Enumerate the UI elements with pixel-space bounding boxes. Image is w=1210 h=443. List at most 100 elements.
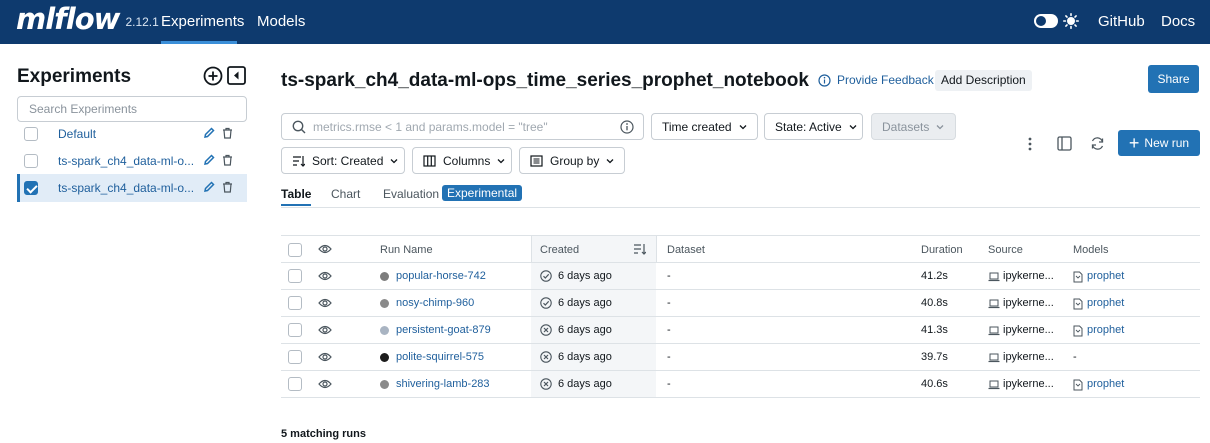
edit-icon[interactable] bbox=[203, 181, 215, 193]
nav-experiments[interactable]: Experiments bbox=[161, 13, 244, 30]
search-experiments-input[interactable] bbox=[17, 96, 247, 122]
eye-icon[interactable] bbox=[318, 378, 332, 390]
state-dropdown[interactable]: State: Active bbox=[764, 113, 863, 140]
experiment-checkbox[interactable] bbox=[24, 127, 38, 141]
source-value[interactable]: ipykerne... bbox=[1003, 324, 1054, 336]
sort-descending-icon[interactable] bbox=[633, 243, 646, 255]
sort-dropdown[interactable]: Sort: Created bbox=[281, 147, 405, 174]
sidebar-item-experiment-1[interactable]: ts-spark_ch4_data-ml-o... bbox=[17, 147, 247, 175]
row-checkbox[interactable] bbox=[288, 269, 302, 283]
tab-chart[interactable]: Chart bbox=[331, 187, 360, 201]
column-header-source[interactable]: Source bbox=[988, 244, 1023, 256]
column-header-duration[interactable]: Duration bbox=[921, 244, 963, 256]
column-header-created[interactable]: Created bbox=[540, 244, 579, 256]
sidebar-item-label: ts-spark_ch4_data-ml-o... bbox=[58, 154, 195, 168]
run-color-dot[interactable] bbox=[380, 326, 389, 335]
new-run-button[interactable]: + New run bbox=[1118, 130, 1200, 156]
provide-feedback-label: Provide Feedback bbox=[837, 73, 934, 87]
run-name-link[interactable]: popular-horse-742 bbox=[396, 270, 486, 282]
model-link[interactable]: prophet bbox=[1087, 297, 1124, 309]
select-all-checkbox[interactable] bbox=[288, 243, 302, 257]
run-color-dot[interactable] bbox=[380, 353, 389, 362]
add-experiment-icon[interactable] bbox=[203, 66, 223, 86]
plus-icon: + bbox=[1128, 133, 1140, 153]
run-name-link[interactable]: shivering-lamb-283 bbox=[396, 378, 490, 390]
info-icon[interactable] bbox=[620, 120, 634, 134]
run-name-link[interactable]: nosy-chimp-960 bbox=[396, 297, 474, 309]
created-value: 6 days ago bbox=[558, 324, 612, 336]
add-description-button[interactable]: Add Description bbox=[935, 70, 1032, 91]
table-row[interactable]: popular-horse-742 6 days ago - 41.2s ipykern… bbox=[281, 263, 1200, 290]
page-title: ts-spark_ch4_data-ml-ops_time_series_pro… bbox=[281, 70, 809, 91]
trash-icon[interactable] bbox=[222, 154, 233, 166]
runs-search-input[interactable]: metrics.rmse < 1 and params.model = "tre… bbox=[281, 113, 644, 140]
mlflow-logo[interactable]: mlflow 2.12.1 bbox=[16, 2, 159, 36]
eye-icon[interactable] bbox=[318, 243, 332, 255]
source-value[interactable]: ipykerne... bbox=[1003, 378, 1054, 390]
eye-icon[interactable] bbox=[318, 297, 332, 309]
nav-docs[interactable]: Docs bbox=[1161, 13, 1195, 30]
table-header: Run Name Created Dataset Duration Source… bbox=[281, 235, 1200, 263]
top-nav: mlflow 2.12.1 Experiments Models GitHub … bbox=[0, 0, 1210, 44]
trash-icon[interactable] bbox=[222, 181, 233, 193]
chevron-down-icon bbox=[739, 123, 747, 131]
row-checkbox[interactable] bbox=[288, 296, 302, 310]
eye-icon[interactable] bbox=[318, 324, 332, 336]
model-link[interactable]: prophet bbox=[1087, 270, 1124, 282]
run-color-dot[interactable] bbox=[380, 380, 389, 389]
run-color-dot[interactable] bbox=[380, 299, 389, 308]
group-by-dropdown[interactable]: Group by bbox=[519, 147, 625, 174]
table-row[interactable]: persistent-goat-879 6 days ago - 41.3s ipyke… bbox=[281, 317, 1200, 344]
column-header-models[interactable]: Models bbox=[1073, 244, 1108, 256]
sidebar-item-experiment-2[interactable]: ts-spark_ch4_data-ml-o... bbox=[17, 174, 247, 202]
trash-icon[interactable] bbox=[222, 127, 233, 139]
nav-github[interactable]: GitHub bbox=[1098, 13, 1145, 30]
eye-icon[interactable] bbox=[318, 351, 332, 363]
experiment-checkbox[interactable] bbox=[24, 154, 38, 168]
column-header-run-name[interactable]: Run Name bbox=[380, 244, 433, 256]
model-link[interactable]: prophet bbox=[1087, 324, 1124, 336]
table-row[interactable]: polite-squirrel-575 6 days ago - 39.7s ipyke… bbox=[281, 344, 1200, 371]
run-name-link[interactable]: polite-squirrel-575 bbox=[396, 351, 484, 363]
sidebar-item-default[interactable]: Default bbox=[17, 120, 247, 148]
source-value[interactable]: ipykerne... bbox=[1003, 270, 1054, 282]
table-row[interactable]: shivering-lamb-283 6 days ago - 40.6s ipyker… bbox=[281, 371, 1200, 398]
nav-models[interactable]: Models bbox=[257, 13, 305, 30]
search-icon bbox=[292, 120, 306, 134]
datasets-dropdown[interactable]: Datasets bbox=[871, 113, 956, 140]
run-color-dot[interactable] bbox=[380, 272, 389, 281]
columns-dropdown[interactable]: Columns bbox=[412, 147, 512, 174]
source-value[interactable]: ipykerne... bbox=[1003, 297, 1054, 309]
edit-icon[interactable] bbox=[203, 154, 215, 166]
datasets-label: Datasets bbox=[882, 119, 930, 134]
row-checkbox[interactable] bbox=[288, 350, 302, 364]
laptop-icon bbox=[988, 380, 1000, 390]
created-value: 6 days ago bbox=[558, 270, 612, 282]
table-row[interactable]: nosy-chimp-960 6 days ago - 40.8s ipykerne..… bbox=[281, 290, 1200, 317]
provide-feedback-link[interactable]: Provide Feedback bbox=[818, 73, 952, 87]
run-name-link[interactable]: persistent-goat-879 bbox=[396, 324, 491, 336]
tab-evaluation[interactable]: Evaluation bbox=[383, 187, 439, 201]
row-checkbox[interactable] bbox=[288, 377, 302, 391]
tab-table[interactable]: Table bbox=[281, 187, 311, 201]
refresh-icon[interactable] bbox=[1090, 136, 1105, 151]
kebab-menu-icon[interactable] bbox=[1024, 136, 1036, 152]
duration-value: 39.7s bbox=[921, 351, 948, 363]
toggle-side-panel-icon[interactable] bbox=[1057, 136, 1072, 151]
sidebar-item-label: ts-spark_ch4_data-ml-o... bbox=[58, 181, 195, 195]
row-checkbox[interactable] bbox=[288, 323, 302, 337]
column-header-dataset[interactable]: Dataset bbox=[667, 244, 705, 256]
experiment-checkbox-checked[interactable] bbox=[24, 181, 38, 195]
laptop-icon bbox=[988, 272, 1000, 282]
collapse-sidebar-icon[interactable] bbox=[227, 66, 246, 85]
source-value[interactable]: ipykerne... bbox=[1003, 351, 1054, 363]
model-link[interactable]: prophet bbox=[1087, 378, 1124, 390]
model-empty: - bbox=[1073, 351, 1077, 363]
duration-value: 40.8s bbox=[921, 297, 948, 309]
time-created-dropdown[interactable]: Time created bbox=[651, 113, 758, 140]
eye-icon[interactable] bbox=[318, 270, 332, 282]
share-button[interactable]: Share bbox=[1148, 65, 1199, 93]
laptop-icon bbox=[988, 299, 1000, 309]
edit-icon[interactable] bbox=[203, 127, 215, 139]
theme-toggle[interactable] bbox=[1034, 14, 1058, 28]
